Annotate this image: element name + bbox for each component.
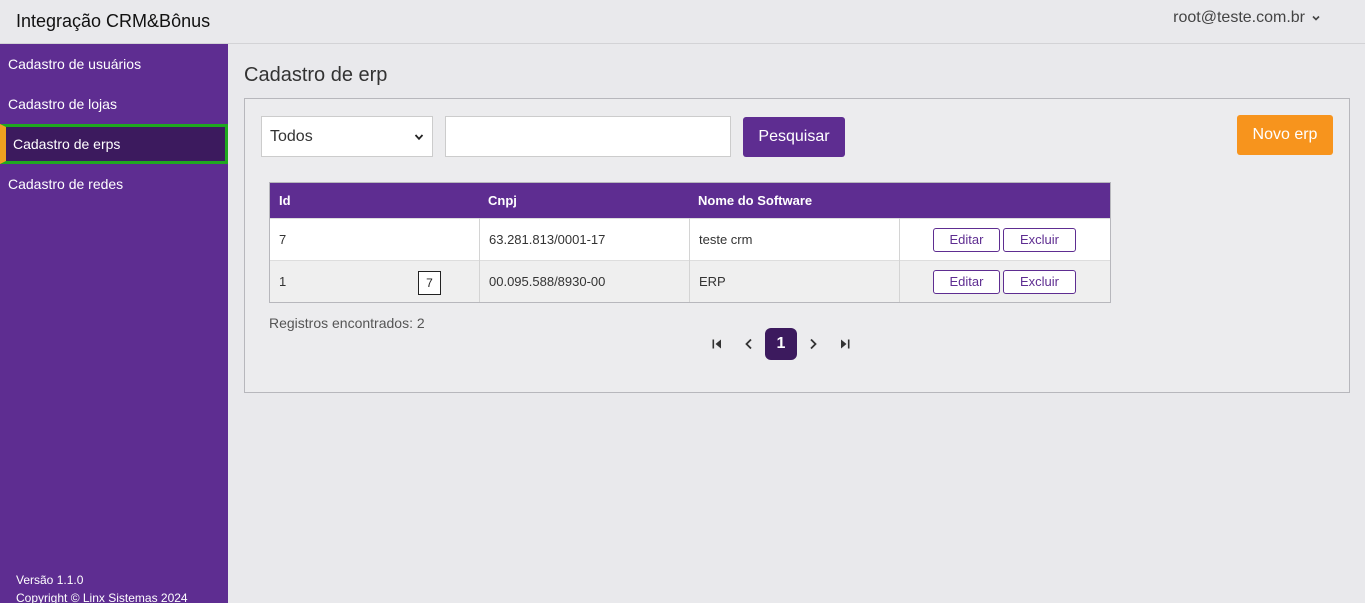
- id-tooltip: 7: [418, 271, 441, 295]
- erp-table: Id Cnpj Nome do Software 7 63.281.813/00…: [269, 182, 1111, 303]
- sidebar: Cadastro de usuários Cadastro de lojas C…: [0, 44, 228, 603]
- table-row: 7 63.281.813/0001-17 teste crm Editar Ex…: [270, 218, 1110, 260]
- next-page-button[interactable]: [797, 328, 829, 360]
- version-info: Versão 1.1.0 Copyright © Linx Sistemas 2…: [16, 571, 188, 603]
- cell-nome: ERP: [699, 274, 726, 289]
- pagination: 1: [701, 328, 861, 360]
- cell-nome: teste crm: [699, 232, 753, 247]
- cell-cnpj: 00.095.588/8930-00: [489, 274, 606, 289]
- table-row: 1 7 00.095.588/8930-00 ERP Editar Exclui…: [270, 260, 1110, 302]
- edit-button[interactable]: Editar: [933, 228, 1000, 252]
- chevron-left-icon: [745, 338, 752, 350]
- column-divider: [899, 218, 900, 302]
- column-divider: [689, 218, 690, 302]
- first-page-icon: [712, 339, 721, 349]
- content-panel: Todos Pesquisar Novo erp Id Cnpj Nome do…: [244, 98, 1350, 393]
- column-header-nome[interactable]: Nome do Software: [698, 193, 812, 208]
- filter-select[interactable]: Todos: [261, 116, 433, 157]
- column-header-cnpj[interactable]: Cnpj: [488, 193, 517, 208]
- search-input[interactable]: [445, 116, 731, 157]
- column-header-id[interactable]: Id: [279, 193, 291, 208]
- user-email: root@teste.com.br: [1173, 9, 1305, 26]
- table-header: Id Cnpj Nome do Software: [270, 183, 1110, 218]
- page-title: Cadastro de erp: [244, 64, 388, 86]
- column-divider: [479, 218, 480, 302]
- records-count: Registros encontrados: 2: [269, 315, 425, 331]
- delete-button[interactable]: Excluir: [1003, 270, 1076, 294]
- cell-id: 7: [279, 232, 287, 247]
- sidebar-item-usuarios[interactable]: Cadastro de usuários: [0, 44, 228, 84]
- last-page-icon: [841, 339, 850, 349]
- sidebar-item-lojas[interactable]: Cadastro de lojas: [0, 84, 228, 124]
- last-page-button[interactable]: [829, 328, 861, 360]
- chevron-down-icon: [414, 133, 424, 140]
- chevron-down-icon: [1312, 15, 1320, 21]
- user-menu[interactable]: root@teste.com.br: [1173, 9, 1321, 27]
- edit-button[interactable]: Editar: [933, 270, 1000, 294]
- new-erp-button[interactable]: Novo erp: [1237, 115, 1333, 155]
- filter-selected-value: Todos: [270, 127, 313, 145]
- cell-id: 1: [279, 274, 287, 289]
- first-page-button[interactable]: [701, 328, 733, 360]
- sidebar-item-redes[interactable]: Cadastro de redes: [0, 164, 228, 204]
- search-button[interactable]: Pesquisar: [743, 117, 845, 157]
- top-bar: Integração CRM&Bônus root@teste.com.br: [0, 0, 1365, 44]
- version-label: Versão 1.1.0: [16, 573, 84, 587]
- prev-page-button[interactable]: [733, 328, 765, 360]
- delete-button[interactable]: Excluir: [1003, 228, 1076, 252]
- cell-cnpj: 63.281.813/0001-17: [489, 232, 606, 247]
- sidebar-item-erps[interactable]: Cadastro de erps: [0, 124, 228, 164]
- app-title: Integração CRM&Bônus: [16, 11, 211, 31]
- chevron-right-icon: [810, 338, 817, 350]
- current-page-button[interactable]: 1: [765, 328, 797, 360]
- copyright-label: Copyright © Linx Sistemas 2024: [16, 591, 188, 603]
